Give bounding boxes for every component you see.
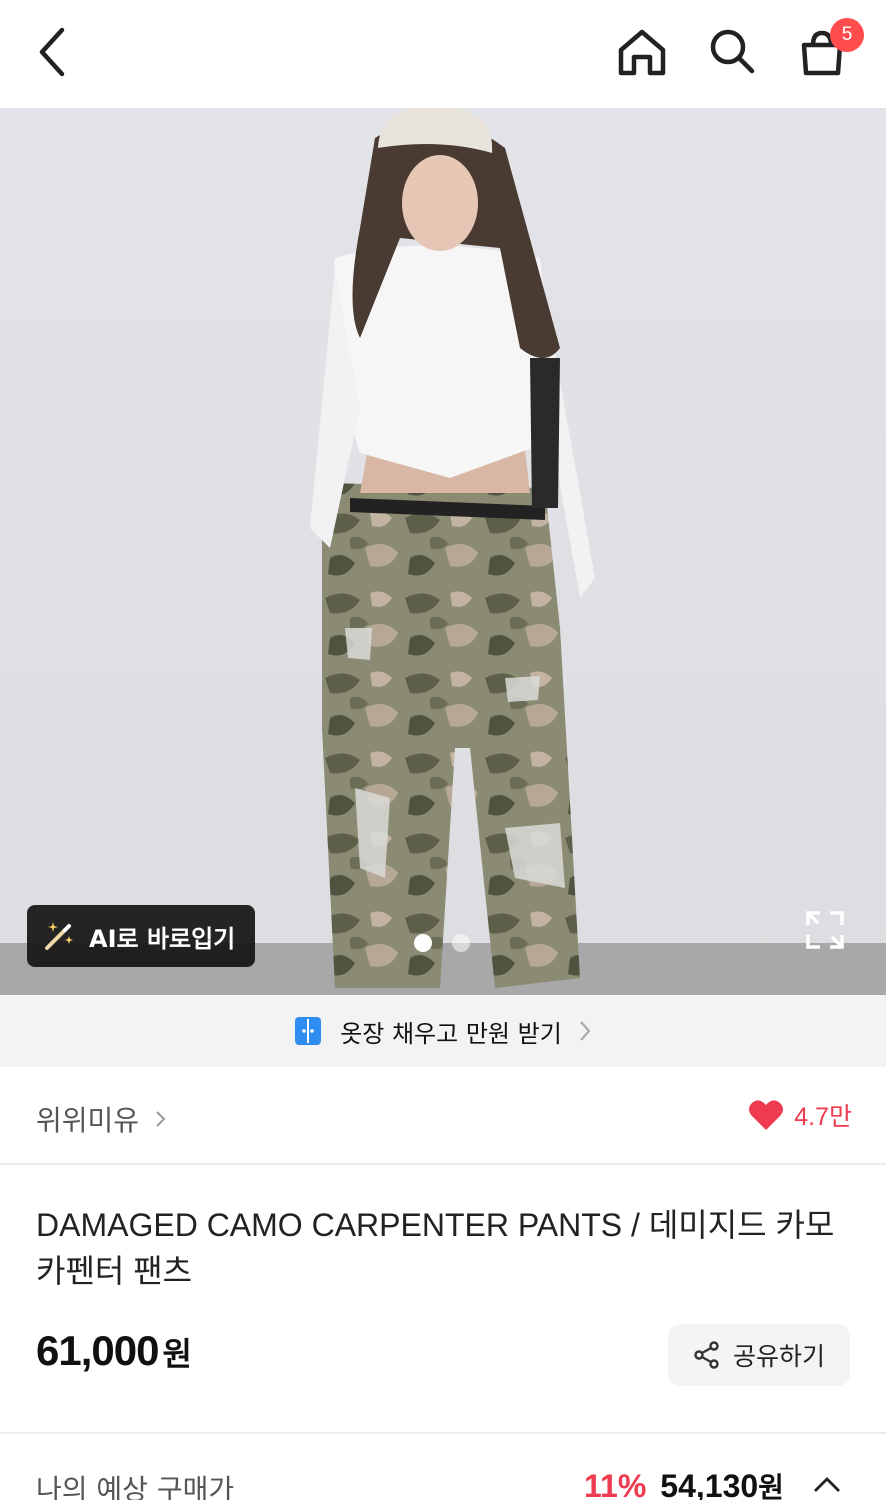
price-unit: 원 xyxy=(162,1335,192,1373)
closet-promo-banner[interactable]: 옷장 채우고 만원 받기 xyxy=(0,995,886,1067)
home-button[interactable] xyxy=(610,20,674,84)
price-amount: 61,000 xyxy=(36,1327,159,1374)
share-label: 공유하기 xyxy=(732,1342,825,1371)
chevron-left-icon xyxy=(39,27,65,77)
magic-wand-icon xyxy=(45,922,73,950)
brand-link[interactable]: 위위미유 xyxy=(36,1099,167,1139)
wardrobe-icon xyxy=(295,1017,322,1045)
expand-image-button[interactable] xyxy=(800,905,850,955)
product-photo xyxy=(0,108,886,995)
promo-label: 옷장 채우고 만원 받기 xyxy=(340,1019,562,1048)
estimated-price-label: 나의 예상 구매가 xyxy=(36,1473,235,1500)
chevron-right-icon xyxy=(156,1111,166,1127)
cart-count-badge: 5 xyxy=(830,18,864,52)
share-icon xyxy=(694,1341,719,1369)
product-price: 61,000 원 xyxy=(36,1327,192,1375)
heart-icon xyxy=(749,1100,784,1130)
estimate-toggle-button[interactable] xyxy=(812,1474,842,1498)
like-button[interactable]: 4.7만 xyxy=(748,1097,852,1133)
search-button[interactable] xyxy=(700,20,764,84)
like-count: 4.7만 xyxy=(794,1103,852,1131)
section-divider xyxy=(0,1432,886,1434)
carousel-dot-active[interactable] xyxy=(414,934,432,952)
estimated-price: 11% 54,130 원 xyxy=(584,1466,784,1500)
home-icon xyxy=(618,29,666,76)
estimated-price-amount: 54,130 xyxy=(660,1468,759,1500)
estimated-price-unit: 원 xyxy=(758,1471,784,1500)
brand-name: 위위미유 xyxy=(36,1104,140,1137)
carousel-dot[interactable] xyxy=(452,934,470,952)
expand-icon xyxy=(806,911,844,949)
discount-rate: 11% xyxy=(584,1468,647,1500)
ai-try-on-button[interactable]: AI로 바로입기 xyxy=(27,905,255,967)
search-icon xyxy=(710,29,755,74)
chevron-up-icon xyxy=(814,1477,840,1492)
share-button[interactable]: 공유하기 xyxy=(668,1324,850,1386)
product-image-carousel[interactable] xyxy=(0,108,886,995)
chevron-right-icon xyxy=(579,1021,591,1041)
brand-row: 위위미유 4.7만 xyxy=(0,1067,886,1165)
ai-try-on-label: AI로 바로입기 xyxy=(89,924,236,953)
carousel-indicator xyxy=(414,934,470,952)
top-app-bar: 5 xyxy=(0,0,886,108)
back-button[interactable] xyxy=(20,20,84,84)
product-title: DAMAGED CAMO CARPENTER PANTS / 데미지드 카모 카… xyxy=(36,1207,835,1289)
cart-button[interactable]: 5 xyxy=(790,18,864,84)
